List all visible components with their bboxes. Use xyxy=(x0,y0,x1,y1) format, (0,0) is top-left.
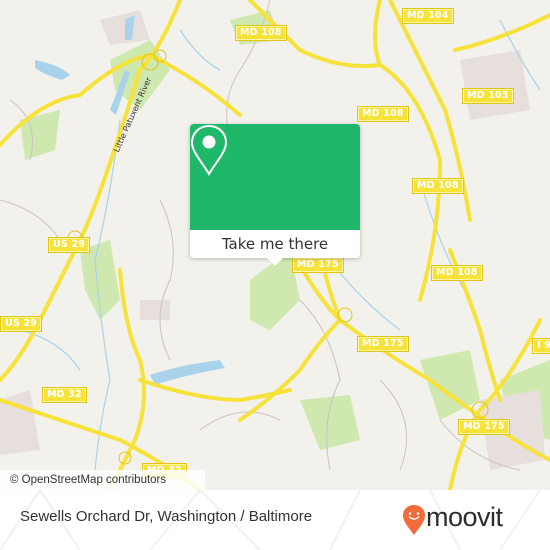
road-shield: MD 108 xyxy=(357,106,409,122)
footer: Sewells Orchard Dr, Washington / Baltimo… xyxy=(0,490,550,550)
road-shield: MD 108 xyxy=(235,25,287,41)
road-shield: MD 104 xyxy=(402,8,454,24)
road-shield: I 9 xyxy=(532,338,550,354)
location-title: Sewells Orchard Dr, Washington / Baltimo… xyxy=(20,508,313,525)
map-attribution[interactable]: © OpenStreetMap contributors xyxy=(0,470,205,490)
road-shield: MD 108 xyxy=(412,178,464,194)
road-shield: MD 103 xyxy=(462,88,514,104)
map-pin-icon xyxy=(190,124,228,176)
road-shield: MD 108 xyxy=(431,265,483,281)
road-shield: MD 175 xyxy=(292,257,344,273)
map-area[interactable]: Little Patuxent River MD 108 MD 104 MD 1… xyxy=(0,0,550,490)
road-shield: MD 175 xyxy=(357,336,409,352)
moovit-pin-icon xyxy=(403,505,425,535)
popup-pointer xyxy=(266,257,284,266)
brand-name: moovit xyxy=(426,502,503,532)
road-shield: US 29 xyxy=(0,316,43,332)
road-shield: MD 32 xyxy=(42,387,87,403)
popup-header[interactable] xyxy=(190,124,360,230)
take-me-there-button[interactable]: Take me there xyxy=(190,230,360,258)
road-shield: US 29 xyxy=(48,237,91,253)
road-shield: MD 175 xyxy=(458,419,510,435)
destination-popup[interactable]: Take me there xyxy=(190,124,360,266)
moovit-logo[interactable]: moovit xyxy=(400,498,540,542)
